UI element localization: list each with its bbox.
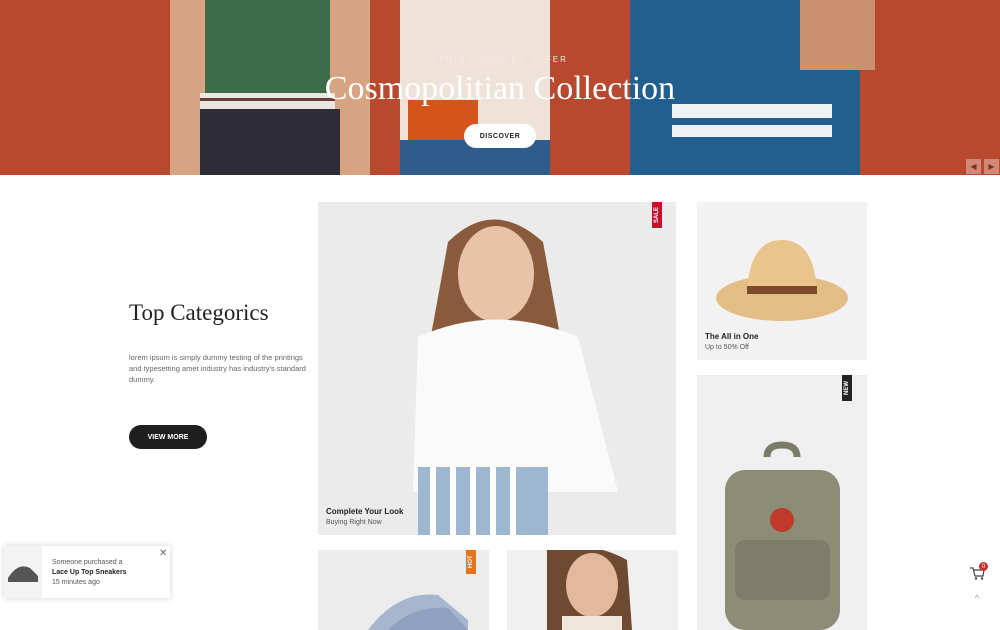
card-title: Complete Your Look [326, 507, 404, 516]
chevron-right-icon: ▶ [988, 162, 995, 171]
sneakers-image [318, 550, 489, 630]
category-card-portrait[interactable] [507, 550, 678, 630]
chevron-left-icon: ◀ [970, 162, 977, 171]
notification-line: Someone purchased a [52, 559, 123, 566]
category-card-hat[interactable]: The All in One Up to 50% Off [697, 202, 867, 360]
purchase-notification: Someone purchased a Lace Up Top Sneakers… [4, 546, 170, 598]
slider-next-button[interactable]: ▶ [984, 159, 999, 174]
notification-product[interactable]: Lace Up Top Sneakers [52, 568, 127, 578]
backpack-image [697, 375, 867, 630]
card-caption: The All in One Up to 50% Off [705, 332, 758, 351]
card-subtitle: Up to 50% Off [705, 344, 749, 351]
category-card-sneakers[interactable]: HOT [318, 550, 489, 630]
view-more-button[interactable]: VIEW MORE [129, 425, 207, 449]
cart-button[interactable]: 0 [966, 562, 988, 584]
category-card-look[interactable]: SALE Complete Your Look Buying Right Now [318, 202, 676, 535]
portrait-image [507, 550, 678, 630]
slider-prev-button[interactable]: ◀ [966, 159, 981, 174]
hero-banner: SPRING SUMMER OFFER Cosmopolitian Collec… [0, 0, 1000, 175]
section-title: Top Categorics [129, 300, 269, 325]
close-icon[interactable]: ✕ [159, 548, 167, 559]
card-caption: Complete Your Look Buying Right Now [326, 507, 404, 526]
notification-text: Someone purchased a Lace Up Top Sneakers… [52, 558, 127, 588]
section-description: lorem ipsum is simply dummy testing of t… [129, 353, 306, 384]
discover-button[interactable]: DISCOVER [464, 124, 536, 148]
back-to-top-button[interactable]: ^ [966, 589, 988, 607]
card-subtitle: Buying Right Now [326, 519, 382, 526]
notification-thumbnail [4, 546, 42, 598]
cart-count-badge: 0 [979, 562, 988, 571]
hot-badge: HOT [466, 550, 476, 574]
sneaker-thumbnail-image [8, 566, 38, 582]
card-title: The All in One [705, 332, 759, 341]
sale-badge: SALE [652, 202, 662, 228]
hero-title: Cosmopolitian Collection [324, 70, 676, 107]
notification-time: 15 minutes ago [52, 579, 100, 586]
chevron-up-icon: ^ [974, 593, 980, 603]
hero-subtitle: SPRING SUMMER OFFER [432, 55, 568, 64]
new-badge: NEW [842, 375, 852, 401]
model-image [318, 202, 676, 535]
category-card-backpack[interactable]: NEW [697, 375, 867, 630]
